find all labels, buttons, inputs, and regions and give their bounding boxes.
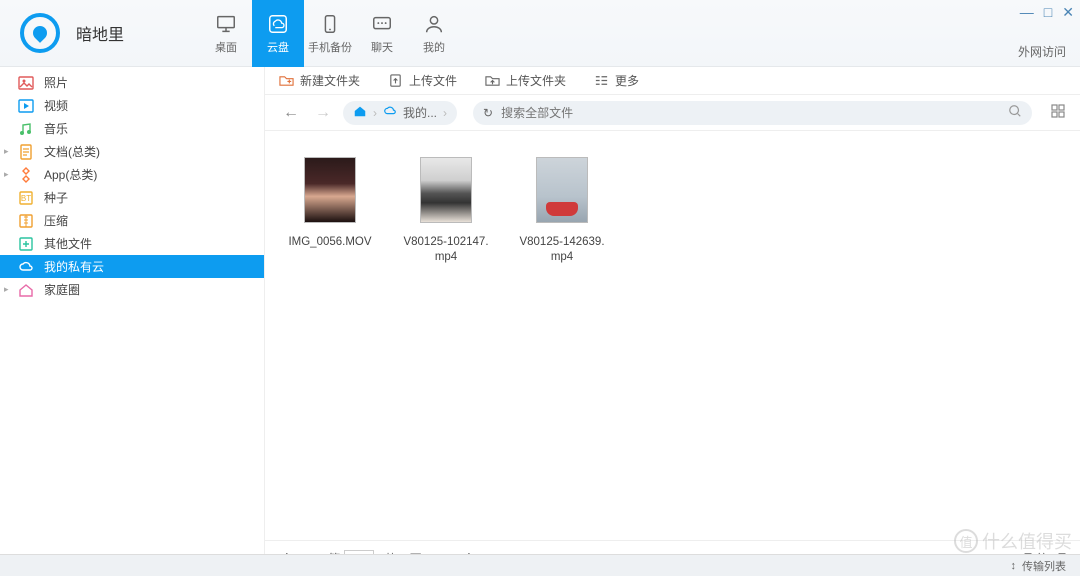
sidebar-item-seeds[interactable]: BT 种子 — [0, 186, 264, 209]
music-icon — [18, 121, 34, 137]
sidebar-item-other[interactable]: 其他文件 — [0, 232, 264, 255]
file-name: IMG_0056.MOV — [287, 235, 373, 250]
more-button[interactable]: 更多 — [594, 72, 639, 89]
nav-forward-button[interactable]: → — [311, 104, 335, 122]
sidebar-item-label: 其他文件 — [44, 235, 92, 252]
new-folder-button[interactable]: 新建文件夹 — [279, 72, 360, 89]
file-item[interactable]: V80125-142639.mp4 — [519, 157, 605, 265]
upload-folder-button[interactable]: 上传文件夹 — [485, 72, 566, 89]
sidebar-item-private-cloud[interactable]: 我的私有云 — [0, 255, 264, 278]
transfer-list-button[interactable]: 传输列表 — [1022, 558, 1066, 574]
file-item[interactable]: IMG_0056.MOV — [287, 157, 373, 250]
breadcrumb-current: 我的... — [403, 104, 437, 121]
sidebar-item-label: App(总类) — [44, 166, 97, 183]
search-icon[interactable] — [1008, 104, 1022, 121]
app-header: 暗地里 桌面 云盘 手机备份 聊天 我的 — □ ✕ 外网访问 — [0, 0, 1080, 67]
svg-text:BT: BT — [21, 194, 31, 203]
breadcrumb-cloud-icon — [383, 104, 397, 121]
app-icon — [18, 167, 34, 183]
sidebar-item-zip[interactable]: 压缩 — [0, 209, 264, 232]
video-icon — [18, 98, 34, 114]
chat-icon — [371, 13, 393, 35]
expand-icon: ▸ — [4, 146, 9, 157]
sidebar-item-label: 我的私有云 — [44, 258, 104, 275]
seed-icon: BT — [18, 190, 34, 206]
photo-icon — [18, 75, 34, 91]
cloud-icon — [267, 13, 289, 35]
upload-file-icon — [388, 73, 403, 88]
tab-cloud[interactable]: 云盘 — [252, 0, 304, 67]
sidebar-item-label: 照片 — [44, 74, 68, 91]
sidebar-item-label: 家庭圈 — [44, 281, 80, 298]
external-access-link[interactable]: 外网访问 — [1018, 43, 1066, 60]
sidebar-item-docs[interactable]: ▸ 文档(总类) — [0, 140, 264, 163]
top-tabs: 桌面 云盘 手机备份 聊天 我的 — [200, 0, 460, 66]
home-icon — [18, 282, 34, 298]
sidebar-item-label: 音乐 — [44, 120, 68, 137]
breadcrumb-home-icon — [353, 104, 367, 121]
maximize-button[interactable]: □ — [1044, 4, 1052, 21]
monitor-icon — [215, 13, 237, 35]
status-bar: ↕ 传输列表 — [0, 554, 1080, 576]
cloud-lock-icon — [18, 259, 34, 275]
transfer-icon: ↕ — [1011, 560, 1017, 572]
sidebar-item-label: 文档(总类) — [44, 143, 100, 160]
breadcrumb[interactable]: › 我的... › — [343, 101, 457, 125]
main-panel: 新建文件夹 上传文件 上传文件夹 更多 ← → › 我的... — [265, 67, 1080, 576]
sidebar-item-label: 压缩 — [44, 212, 68, 229]
tab-chat[interactable]: 聊天 — [356, 0, 408, 67]
file-name: V80125-102147.mp4 — [403, 235, 489, 265]
sidebar: 照片 视频 音乐 ▸ 文档(总类) ▸ App(总类) BT 种子 压缩 — [0, 67, 265, 576]
sidebar-item-music[interactable]: 音乐 — [0, 117, 264, 140]
upload-file-button[interactable]: 上传文件 — [388, 72, 457, 89]
file-thumbnail — [304, 157, 356, 223]
sidebar-item-photos[interactable]: 照片 — [0, 71, 264, 94]
tab-my[interactable]: 我的 — [408, 0, 460, 67]
toolbar: 新建文件夹 上传文件 上传文件夹 更多 — [265, 67, 1080, 95]
more-icon — [594, 73, 609, 88]
file-name: V80125-142639.mp4 — [519, 235, 605, 265]
new-folder-icon — [279, 73, 294, 88]
app-logo-icon — [20, 13, 60, 53]
phone-icon — [319, 13, 341, 35]
sidebar-item-videos[interactable]: 视频 — [0, 94, 264, 117]
app-title: 暗地里 — [76, 21, 124, 45]
tab-desktop[interactable]: 桌面 — [200, 0, 252, 67]
sidebar-item-label: 种子 — [44, 189, 68, 206]
nav-back-button[interactable]: ← — [279, 104, 303, 122]
view-toggle-button[interactable] — [1050, 103, 1066, 122]
close-button[interactable]: ✕ — [1062, 4, 1074, 21]
nav-row: ← → › 我的... › ↻ — [265, 95, 1080, 131]
refresh-icon[interactable]: ↻ — [483, 106, 493, 120]
expand-icon: ▸ — [4, 284, 9, 295]
breadcrumb-sep: › — [373, 106, 377, 120]
file-grid: IMG_0056.MOV V80125-102147.mp4 V80125-14… — [265, 131, 1080, 540]
search-bar: ↻ — [473, 101, 1032, 125]
breadcrumb-sep: › — [443, 106, 447, 120]
sidebar-item-label: 视频 — [44, 97, 68, 114]
user-icon — [423, 13, 445, 35]
tab-phone-backup[interactable]: 手机备份 — [304, 0, 356, 67]
expand-icon: ▸ — [4, 169, 9, 180]
file-item[interactable]: V80125-102147.mp4 — [403, 157, 489, 265]
other-icon — [18, 236, 34, 252]
window-controls: — □ ✕ — [1020, 4, 1074, 21]
upload-folder-icon — [485, 73, 500, 88]
zip-icon — [18, 213, 34, 229]
logo-area: 暗地里 — [0, 13, 200, 53]
sidebar-item-apps[interactable]: ▸ App(总类) — [0, 163, 264, 186]
file-thumbnail — [536, 157, 588, 223]
file-thumbnail — [420, 157, 472, 223]
body-area: 照片 视频 音乐 ▸ 文档(总类) ▸ App(总类) BT 种子 压缩 — [0, 67, 1080, 576]
sidebar-item-family[interactable]: ▸ 家庭圈 — [0, 278, 264, 301]
doc-icon — [18, 144, 34, 160]
minimize-button[interactable]: — — [1020, 4, 1034, 21]
search-input[interactable] — [501, 106, 1000, 120]
